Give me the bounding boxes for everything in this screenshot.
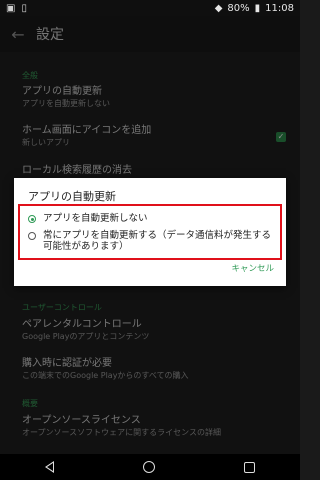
vibrate-icon: ▯ — [21, 2, 27, 14]
dialog-title: アプリの自動更新 — [28, 190, 116, 203]
back-nav-icon[interactable] — [44, 461, 54, 473]
radio-selected-icon[interactable] — [28, 215, 36, 223]
home-nav-icon[interactable] — [142, 461, 155, 473]
option-label: アプリを自動更新しない — [43, 213, 148, 224]
status-bar: ▣ ▯ ◆ 80% ▮ 11:08 — [0, 0, 300, 16]
recents-nav-icon[interactable] — [244, 461, 256, 473]
clock: 11:08 — [265, 2, 294, 14]
wifi-icon: ◆ — [214, 2, 223, 14]
option-always-auto-update[interactable]: 常にアプリを自動更新する（データ通信料が発生する可能性があります） — [28, 230, 275, 252]
radio-unselected-icon[interactable] — [28, 232, 36, 240]
auto-update-dialog: アプリの自動更新 アプリを自動更新しない 常にアプリを自動更新する（データ通信料… — [14, 178, 286, 286]
photo-icon: ▣ — [6, 2, 16, 14]
battery-percent: 80% — [227, 2, 250, 14]
battery-icon: ▮ — [254, 2, 261, 14]
navigation-bar — [0, 454, 300, 480]
cancel-button[interactable]: キャンセル — [231, 262, 274, 274]
option-no-auto-update[interactable]: アプリを自動更新しない — [28, 213, 275, 224]
option-label: 常にアプリを自動更新する（データ通信料が発生する可能性があります） — [43, 230, 272, 252]
